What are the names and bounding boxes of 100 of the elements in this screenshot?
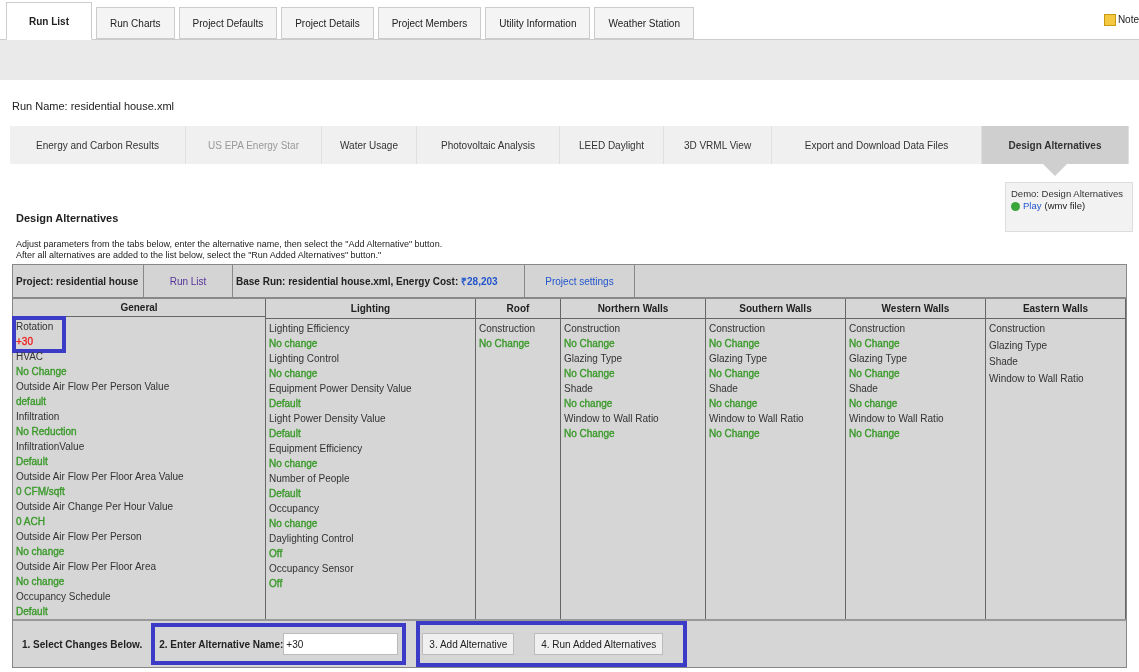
- instruction-text: After all alternatives are added to the list below, select the "Run Added Alternatives" button.": [16, 249, 383, 261]
- setting-label: Outside Air Flow Per Floor Area: [16, 560, 157, 574]
- setting-label: Window to Wall Ratio: [849, 412, 944, 426]
- setting-value[interactable]: No Change: [709, 366, 760, 381]
- section-title: Design Alternatives: [16, 212, 119, 224]
- setting-label: Glazing Type: [989, 338, 1048, 353]
- instruction-text: Adjust parameters from the tabs below, enter the alternative name, then select the "Add Alternative" button.: [16, 238, 444, 250]
- tab[interactable]: 3D VRML View: [664, 126, 772, 164]
- setting-label: Glazing Type: [849, 352, 908, 366]
- setting-label: Daylighting Control: [269, 532, 354, 546]
- note-icon[interactable]: [1103, 13, 1116, 26]
- run-name: Run Name: residential house.xml: [12, 100, 175, 112]
- setting-value[interactable]: No Change: [479, 336, 530, 351]
- setting-label: Occupancy Schedule: [16, 590, 111, 604]
- setting-value[interactable]: No change: [269, 456, 318, 471]
- setting-label: Outside Air Change Per Hour Value: [16, 500, 174, 514]
- setting-value[interactable]: No Change: [564, 426, 615, 441]
- setting-value[interactable]: No Change: [709, 426, 760, 441]
- setting-value[interactable]: default: [16, 394, 47, 409]
- setting-label: Outside Air Flow Per Floor Area Value: [16, 470, 184, 484]
- setting-value[interactable]: No change: [269, 516, 318, 531]
- setting-value[interactable]: No change: [564, 396, 613, 411]
- notes-link[interactable]: Note: [1117, 12, 1139, 27]
- setting-label: Window to Wall Ratio: [989, 371, 1084, 386]
- alternative-name-field[interactable]: +30: [283, 633, 399, 655]
- column-heading: Roof: [506, 302, 530, 316]
- setting-value[interactable]: No Change: [849, 336, 900, 351]
- action-button[interactable]: 4. Run Added Alternatives: [534, 633, 664, 655]
- tab[interactable]: Utility Information: [485, 7, 591, 39]
- setting-value[interactable]: No change: [709, 396, 758, 411]
- setting-value[interactable]: No change: [16, 544, 65, 559]
- setting-label: Shade: [564, 382, 593, 396]
- setting-label: Construction: [564, 322, 621, 336]
- setting-label: Glazing Type: [564, 352, 623, 366]
- tab[interactable]: Photovoltaic Analysis: [417, 126, 560, 164]
- setting-label: Number of People: [269, 472, 350, 486]
- setting-label: Outside Air Flow Per Person Value: [16, 380, 170, 394]
- setting-value[interactable]: Default: [269, 396, 301, 411]
- setting-label: Construction: [479, 322, 536, 336]
- setting-value[interactable]: Off: [269, 576, 283, 591]
- column-heading: Western Walls: [881, 302, 950, 316]
- setting-value[interactable]: Default: [16, 454, 48, 469]
- play-link[interactable]: Play: [1023, 200, 1042, 212]
- setting-value[interactable]: Default: [269, 486, 301, 501]
- setting-label: Construction: [709, 322, 766, 336]
- setting-label: Glazing Type: [709, 352, 768, 366]
- file-note: (wmv file): [1044, 200, 1086, 212]
- setting-value[interactable]: Off: [269, 546, 283, 561]
- setting-value[interactable]: No Change: [564, 366, 615, 381]
- setting-value[interactable]: No Change: [709, 336, 760, 351]
- tab[interactable]: Energy and Carbon Results: [10, 126, 186, 164]
- setting-value[interactable]: Default: [16, 604, 48, 619]
- tab[interactable]: Water Usage: [322, 126, 417, 164]
- setting-label: Outside Air Flow Per Person: [16, 530, 142, 544]
- setting-value[interactable]: Default: [269, 426, 301, 441]
- step-label: 1. Select Changes Below.: [21, 637, 144, 652]
- setting-label: Equipment Power Density Value: [269, 382, 412, 396]
- setting-label: Construction: [989, 322, 1046, 336]
- setting-value[interactable]: +30: [16, 334, 33, 349]
- setting-value[interactable]: No Change: [564, 336, 615, 351]
- setting-value[interactable]: No Change: [849, 366, 900, 381]
- setting-label: Lighting Control: [269, 352, 340, 366]
- base-run-text: Base Run: residential house.xml, Energy Cost: ₹28,203: [236, 274, 498, 289]
- column-heading: General: [120, 301, 158, 315]
- setting-label: Occupancy: [269, 502, 320, 516]
- setting-value[interactable]: No change: [16, 574, 65, 589]
- project-settings-link[interactable]: Project settings: [545, 273, 614, 289]
- tab[interactable]: LEED Daylight: [560, 126, 664, 164]
- setting-label: InfiltrationValue: [16, 440, 85, 454]
- setting-value[interactable]: No change: [849, 396, 898, 411]
- action-button[interactable]: 3. Add Alternative: [422, 633, 515, 655]
- column-heading: Southern Walls: [739, 302, 812, 316]
- column-heading: Northern Walls: [597, 302, 669, 316]
- setting-label: Light Power Density Value: [269, 412, 386, 426]
- setting-label: Window to Wall Ratio: [564, 412, 659, 426]
- setting-value[interactable]: No Change: [16, 364, 67, 379]
- tab[interactable]: Project Members: [377, 7, 482, 39]
- setting-label: Equipment Efficiency: [269, 442, 363, 456]
- setting-label: Window to Wall Ratio: [709, 412, 804, 426]
- setting-value[interactable]: No Reduction: [16, 424, 77, 439]
- demo-title: Demo: Design Alternatives: [1011, 188, 1124, 200]
- tab[interactable]: Run Charts: [96, 7, 175, 39]
- setting-value[interactable]: 0 CFM/sqft: [16, 484, 65, 499]
- setting-label: Rotation: [16, 320, 54, 334]
- setting-label: Occupancy Sensor: [269, 562, 354, 576]
- setting-label: Shade: [989, 355, 1018, 369]
- run-list-link[interactable]: Run List: [169, 273, 207, 289]
- column-heading: Eastern Walls: [1022, 302, 1089, 316]
- tab[interactable]: Run List: [6, 2, 92, 40]
- setting-value[interactable]: No Change: [849, 426, 900, 441]
- tab[interactable]: Weather Station: [594, 7, 694, 39]
- tab[interactable]: Project Details: [281, 7, 374, 39]
- setting-label: Construction: [849, 322, 906, 336]
- setting-value[interactable]: No change: [269, 336, 318, 351]
- setting-value[interactable]: No change: [269, 366, 318, 381]
- tab[interactable]: Project Defaults: [178, 7, 278, 39]
- project-name: Project: residential house: [16, 274, 139, 289]
- setting-value[interactable]: 0 ACH: [16, 514, 45, 529]
- setting-label: Shade: [849, 382, 878, 396]
- field-label: 2. Enter Alternative Name:: [159, 637, 284, 652]
